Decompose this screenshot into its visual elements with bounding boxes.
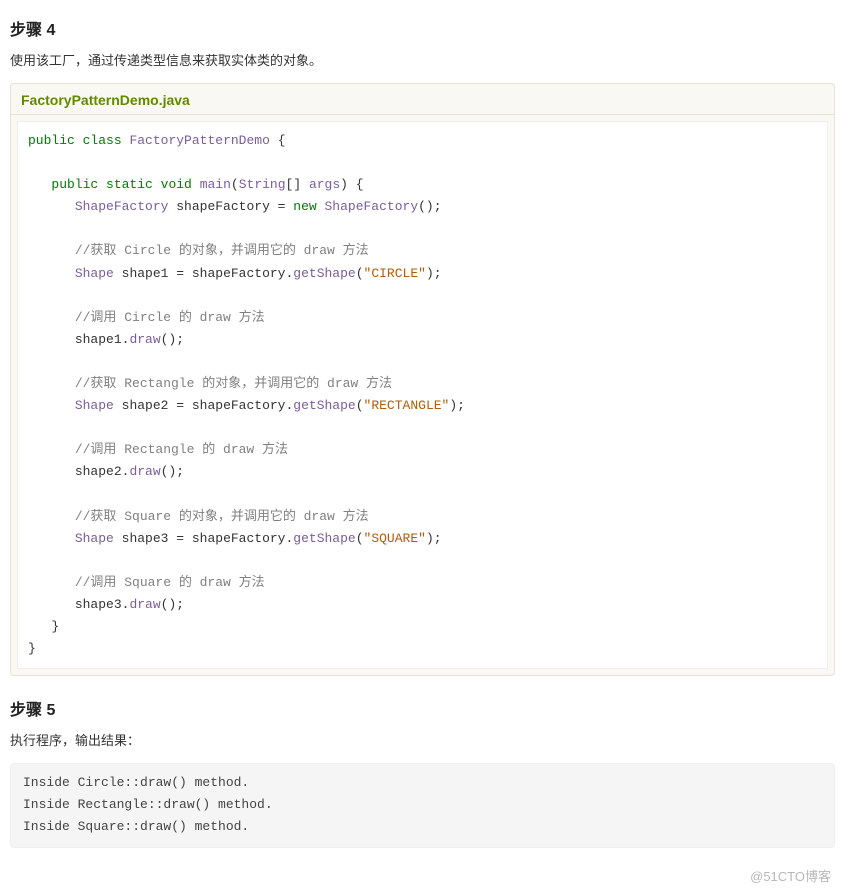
var-shape3: shape3 — [122, 531, 169, 546]
step5-description: 执行程序，输出结果： — [10, 730, 835, 749]
var-shapefactory: shapeFactory — [192, 531, 286, 546]
var-shapefactory: shapeFactory — [192, 266, 286, 281]
kw-new: new — [293, 199, 316, 214]
kw-public: public — [51, 177, 98, 192]
fn-getshape: getShape — [293, 398, 355, 413]
kw-class: class — [83, 133, 122, 148]
type-shape: Shape — [75, 531, 114, 546]
type-demo: FactoryPatternDemo — [129, 133, 269, 148]
str-circle: "CIRCLE" — [364, 266, 426, 281]
kw-public: public — [28, 133, 75, 148]
code-filename: FactoryPatternDemo.java — [11, 84, 834, 115]
type-shapefactory: ShapeFactory — [325, 199, 419, 214]
fn-main: main — [200, 177, 231, 192]
output-box: Inside Circle::draw() method. Inside Rec… — [10, 763, 835, 847]
arg-args: args — [309, 177, 340, 192]
output-line: Inside Rectangle::draw() method. — [23, 797, 273, 812]
var-shape1: shape1 — [75, 332, 122, 347]
comment-call-rect: //调用 Rectangle 的 draw 方法 — [75, 442, 288, 457]
str-square: "SQUARE" — [364, 531, 426, 546]
type-shapefactory: ShapeFactory — [75, 199, 169, 214]
step5-heading: 步骤 5 — [10, 696, 835, 720]
var-shapefactory: shapeFactory — [192, 398, 286, 413]
fn-getshape: getShape — [293, 531, 355, 546]
var-shape2: shape2 — [75, 464, 122, 479]
step4-description: 使用该工厂，通过传递类型信息来获取实体类的对象。 — [10, 50, 835, 69]
type-shape: Shape — [75, 266, 114, 281]
var-shape1: shape1 — [122, 266, 169, 281]
comment-call-square: //调用 Square 的 draw 方法 — [75, 575, 265, 590]
comment-call-circle: //调用 Circle 的 draw 方法 — [75, 310, 265, 325]
output-line: Inside Square::draw() method. — [23, 819, 249, 834]
kw-void: void — [161, 177, 192, 192]
fn-getshape: getShape — [293, 266, 355, 281]
comment-get-rect: //获取 Rectangle 的对象，并调用它的 draw 方法 — [75, 376, 392, 391]
var-shape3: shape3 — [75, 597, 122, 612]
str-rectangle: "RECTANGLE" — [364, 398, 450, 413]
fn-draw: draw — [129, 597, 160, 612]
output-line: Inside Circle::draw() method. — [23, 775, 249, 790]
var-shapefactory: shapeFactory — [176, 199, 270, 214]
code-example-box: FactoryPatternDemo.java public class Fac… — [10, 83, 835, 676]
type-shape: Shape — [75, 398, 114, 413]
var-shape2: shape2 — [122, 398, 169, 413]
comment-get-square: //获取 Square 的对象，并调用它的 draw 方法 — [75, 509, 369, 524]
code-block: public class FactoryPatternDemo { public… — [17, 121, 828, 669]
watermark-text: @51CTO博客 — [10, 866, 835, 885]
kw-static: static — [106, 177, 153, 192]
comment-get-circle: //获取 Circle 的对象，并调用它的 draw 方法 — [75, 243, 369, 258]
type-string: String — [239, 177, 286, 192]
step4-heading: 步骤 4 — [10, 16, 835, 40]
fn-draw: draw — [129, 464, 160, 479]
fn-draw: draw — [129, 332, 160, 347]
